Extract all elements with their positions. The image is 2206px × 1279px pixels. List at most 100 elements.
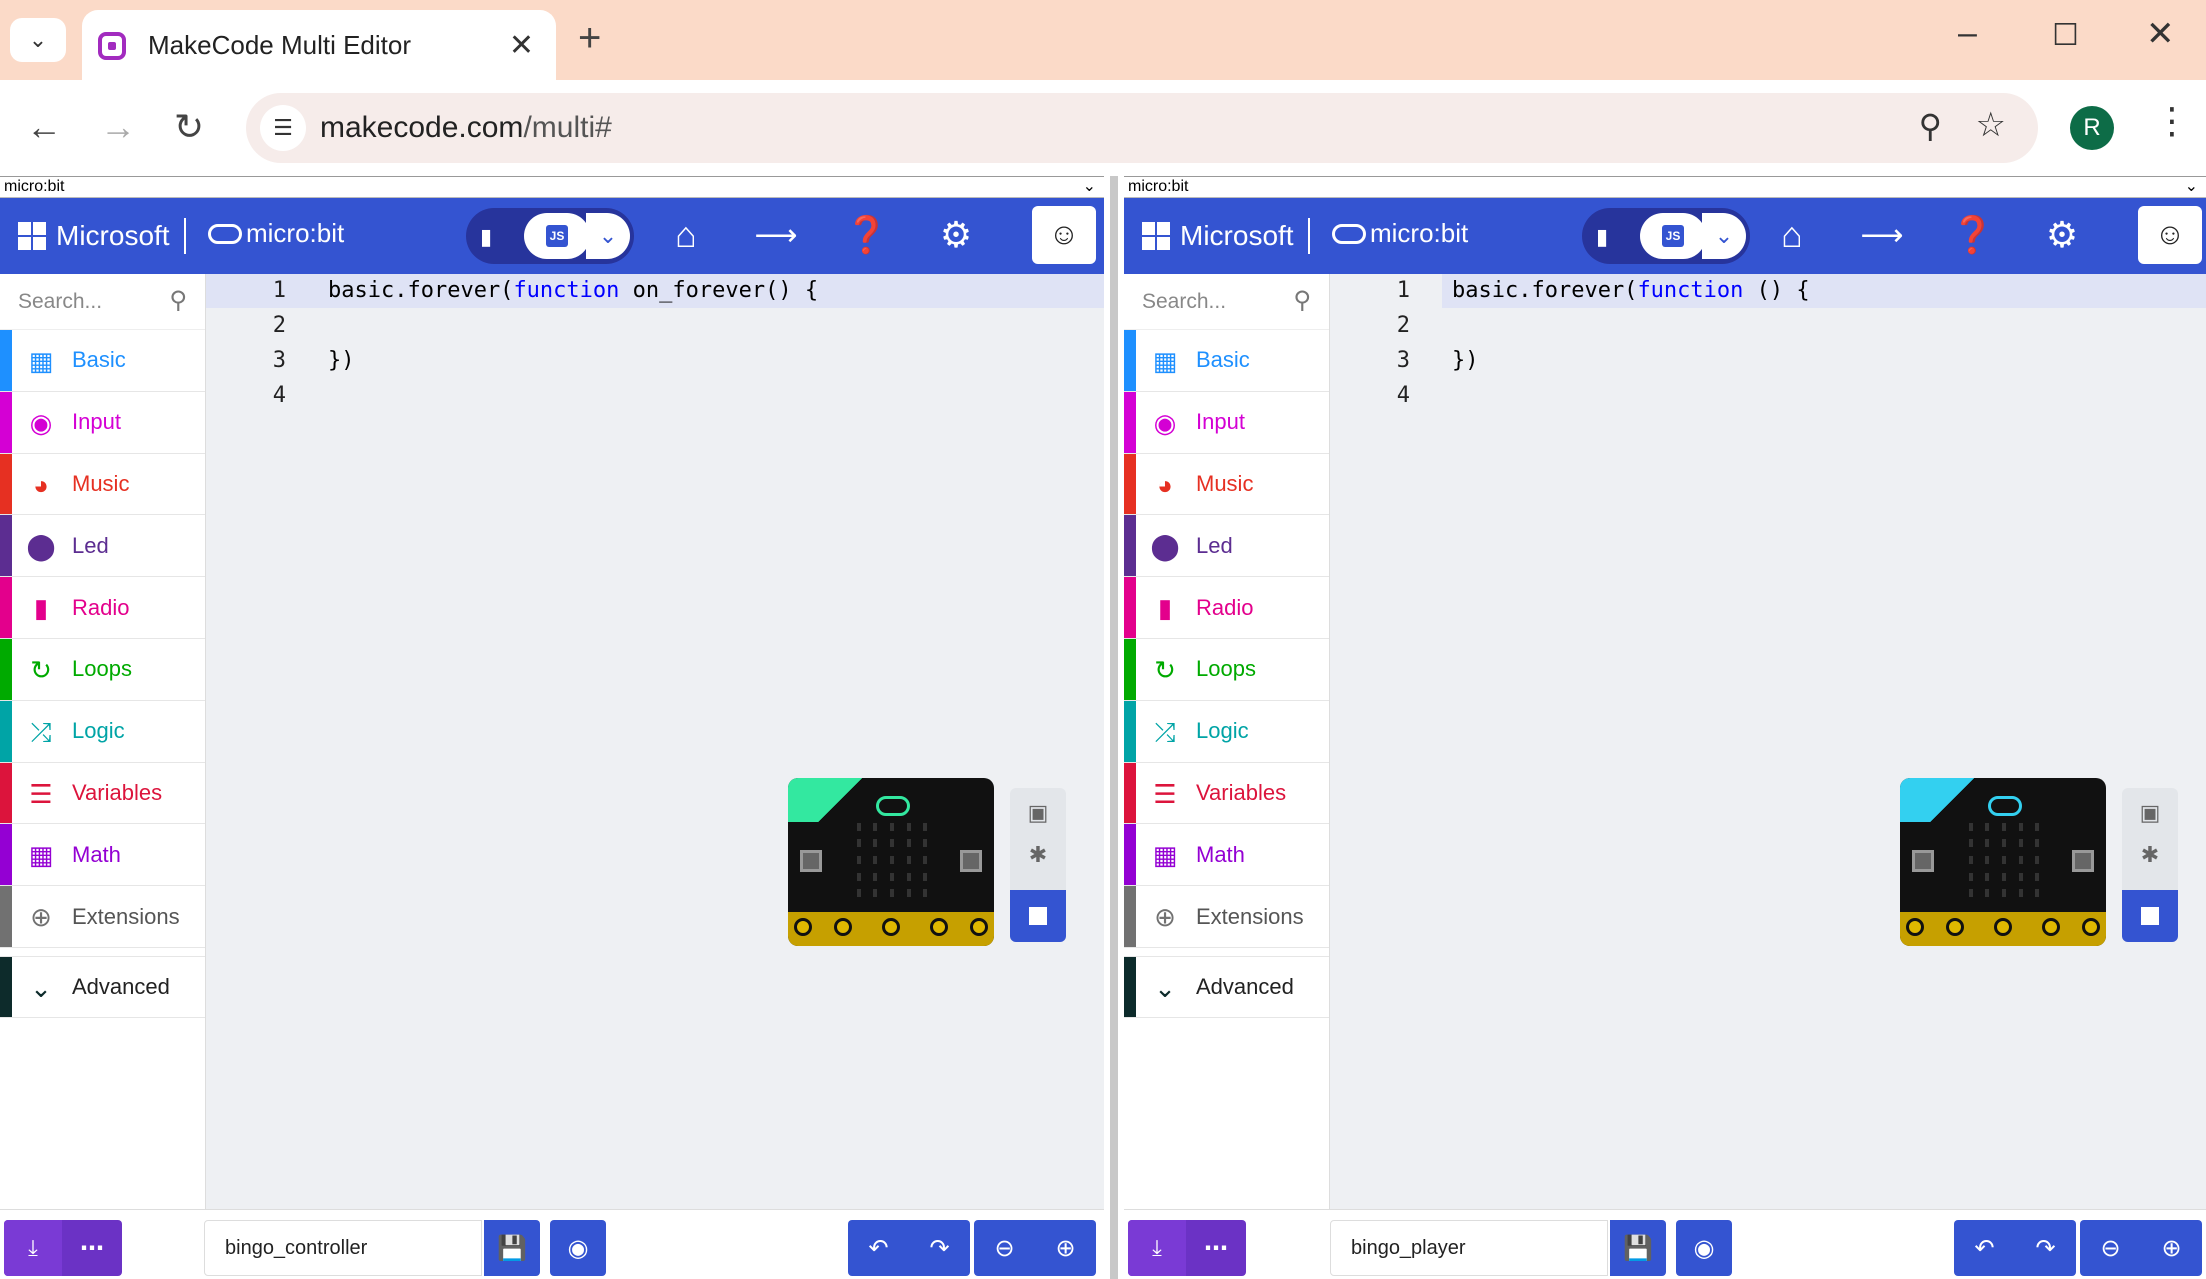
category-music[interactable]: ◕ Music (0, 453, 205, 516)
forward-icon[interactable]: → (100, 106, 136, 148)
help-icon[interactable]: ❓ (1950, 214, 1995, 256)
button-a[interactable] (1912, 850, 1934, 872)
category-basic[interactable]: ▦ Basic (0, 330, 205, 392)
more-options-icon[interactable]: ⋯ (1186, 1220, 1246, 1276)
button-b[interactable] (2072, 850, 2094, 872)
settings-gear-icon[interactable]: ⚙ (934, 214, 978, 256)
share-icon[interactable]: ⟶ (1860, 218, 1904, 253)
project-name-input[interactable]: bingo_controller (204, 1220, 482, 1276)
maximize-icon[interactable]: ☐ (2052, 18, 2079, 53)
zoom-icon[interactable]: ⚲ (1919, 107, 1942, 145)
undo-icon[interactable]: ↶ (868, 1234, 888, 1263)
category-advanced[interactable]: ⌄ Advanced (0, 955, 205, 1018)
category-led[interactable]: ⬤ Led (1124, 515, 1329, 578)
right-editor-toggle[interactable]: ▮ JS ⌄ (1582, 208, 1750, 264)
search-icon[interactable]: ⚲ (169, 286, 187, 315)
user-account-icon[interactable]: ☺ (2138, 206, 2202, 264)
category-math[interactable]: ▦ Math (0, 824, 205, 887)
language-dropdown-icon[interactable]: ⌄ (586, 213, 630, 259)
javascript-toggle[interactable]: JS (1640, 213, 1706, 259)
code-line-3[interactable]: }) (328, 348, 355, 373)
microbit-logo-icon[interactable] (1988, 796, 2022, 816)
button-a[interactable] (800, 850, 822, 872)
zoom-out-icon[interactable]: ⊖ (2100, 1234, 2120, 1263)
search-icon[interactable]: ⚲ (1293, 286, 1311, 315)
category-input[interactable]: ◉ Input (1124, 391, 1329, 454)
category-radio[interactable]: ▮ Radio (1124, 577, 1329, 639)
minimize-icon[interactable]: – (1958, 14, 1977, 53)
user-account-icon[interactable]: ☺ (1032, 206, 1096, 264)
share-icon[interactable]: ⟶ (754, 218, 798, 253)
zoom-in-icon[interactable]: ⊕ (1055, 1234, 1075, 1263)
browser-tab[interactable]: MakeCode Multi Editor ✕ (82, 10, 556, 80)
microbit-logo-icon[interactable] (876, 796, 910, 816)
stop-button[interactable] (2122, 890, 2178, 942)
close-tab-icon[interactable]: ✕ (509, 28, 534, 63)
site-settings-icon[interactable]: ☰ (260, 105, 306, 151)
stop-button[interactable] (1010, 890, 1066, 942)
category-radio[interactable]: ▮ Radio (0, 577, 205, 639)
left-code-editor[interactable]: 1 2 3 4 basic.forever(function on_foreve… (206, 274, 1104, 1209)
reload-icon[interactable]: ↻ (174, 106, 204, 148)
redo-icon[interactable]: ↷ (2035, 1234, 2055, 1263)
debug-bug-icon[interactable]: ✱ (2122, 842, 2178, 868)
browser-menu-icon[interactable]: ⋮ (2154, 100, 2190, 142)
bookmark-star-icon[interactable]: ☆ (1976, 105, 2006, 145)
right-microbit-simulator[interactable] (1900, 778, 2106, 946)
redo-icon[interactable]: ↷ (929, 1234, 949, 1263)
microsoft-brand[interactable]: Microsoft (1180, 220, 1294, 252)
category-logic[interactable]: ⤮ Logic (0, 700, 205, 763)
new-tab-button[interactable]: + (578, 16, 601, 61)
category-loops[interactable]: ↻ Loops (0, 638, 205, 701)
tab-search-button[interactable]: ⌄ (10, 18, 66, 62)
javascript-toggle[interactable]: JS (524, 213, 590, 259)
back-icon[interactable]: ← (26, 106, 62, 148)
right-target-select[interactable]: micro:bit ⌄ (1124, 176, 2206, 198)
fullscreen-icon[interactable]: ▣ (2122, 800, 2178, 826)
zoom-in-icon[interactable]: ⊕ (2161, 1234, 2181, 1263)
home-icon[interactable]: ⌂ (664, 214, 708, 256)
download-icon[interactable]: ⤓ (1128, 1220, 1186, 1276)
github-icon[interactable]: ◉ (1676, 1220, 1732, 1276)
profile-avatar[interactable]: R (2070, 106, 2114, 150)
toolbox-search[interactable]: Search... ⚲ (0, 274, 205, 330)
help-icon[interactable]: ❓ (844, 214, 889, 256)
left-microbit-simulator[interactable] (788, 778, 994, 946)
left-target-select[interactable]: micro:bit ⌄ (0, 176, 1104, 198)
code-line-1[interactable]: basic.forever(function on_forever() { (328, 278, 818, 303)
category-basic[interactable]: ▦ Basic (1124, 330, 1329, 392)
right-code-editor[interactable]: 1 2 3 4 basic.forever(function () { }) ▣… (1330, 274, 2206, 1209)
url-text[interactable]: makecode.com/multi# (320, 111, 612, 145)
code-line-1[interactable]: basic.forever(function () { (1452, 278, 1810, 303)
category-music[interactable]: ◕ Music (1124, 453, 1329, 516)
undo-icon[interactable]: ↶ (1974, 1234, 1994, 1263)
category-variables[interactable]: ☰ Variables (1124, 762, 1329, 825)
address-bar[interactable]: ☰ makecode.com/multi# ⚲ ☆ (246, 93, 2038, 163)
category-advanced[interactable]: ⌄ Advanced (1124, 955, 1329, 1018)
pane-splitter[interactable] (1104, 176, 1124, 1279)
category-extensions[interactable]: ⊕ Extensions (0, 886, 205, 948)
microsoft-brand[interactable]: Microsoft (56, 220, 170, 252)
download-icon[interactable]: ⤓ (4, 1220, 62, 1276)
toolbox-search[interactable]: Search... ⚲ (1124, 274, 1329, 330)
left-editor-toggle[interactable]: ▮ JS ⌄ (466, 208, 634, 264)
microbit-brand[interactable]: micro:bit (208, 218, 344, 249)
save-icon[interactable]: 💾 (484, 1220, 540, 1276)
category-loops[interactable]: ↻ Loops (1124, 638, 1329, 701)
save-icon[interactable]: 💾 (1610, 1220, 1666, 1276)
home-icon[interactable]: ⌂ (1770, 214, 1814, 256)
github-icon[interactable]: ◉ (550, 1220, 606, 1276)
category-extensions[interactable]: ⊕ Extensions (1124, 886, 1329, 948)
button-b[interactable] (960, 850, 982, 872)
category-math[interactable]: ▦ Math (1124, 824, 1329, 887)
settings-gear-icon[interactable]: ⚙ (2040, 214, 2084, 256)
language-dropdown-icon[interactable]: ⌄ (1702, 213, 1746, 259)
project-name-input[interactable]: bingo_player (1330, 1220, 1608, 1276)
close-window-icon[interactable]: ✕ (2146, 14, 2175, 54)
zoom-out-icon[interactable]: ⊖ (994, 1234, 1014, 1263)
debug-bug-icon[interactable]: ✱ (1010, 842, 1066, 868)
blocks-puzzle-icon[interactable]: ▮ (480, 224, 492, 250)
category-variables[interactable]: ☰ Variables (0, 762, 205, 825)
blocks-puzzle-icon[interactable]: ▮ (1596, 224, 1608, 250)
category-input[interactable]: ◉ Input (0, 391, 205, 454)
